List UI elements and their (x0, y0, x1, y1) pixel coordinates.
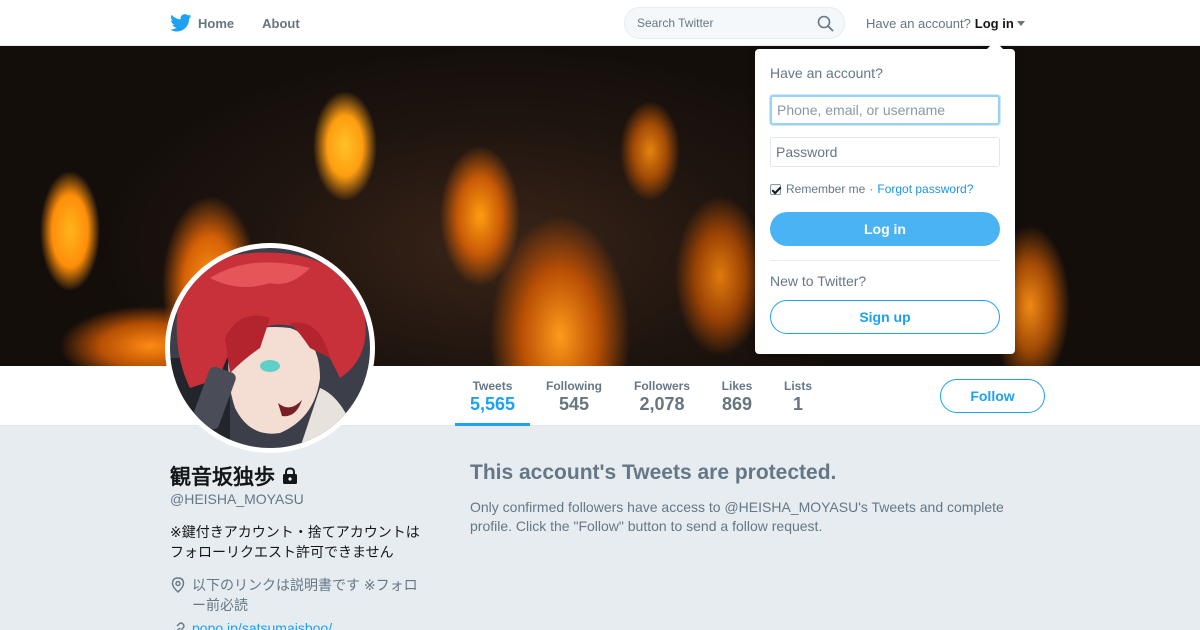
stat-following[interactable]: Following 545 (538, 366, 610, 426)
nav-about-label: About (262, 15, 300, 31)
location-pin-icon (171, 577, 185, 593)
stat-label: Following (546, 379, 602, 393)
stat-value: 1 (792, 394, 803, 414)
stat-value: 5,565 (469, 394, 516, 414)
stat-likes[interactable]: Likes 869 (712, 366, 762, 426)
stat-followers[interactable]: Followers 2,078 (626, 366, 698, 426)
search-box (624, 7, 845, 39)
login-button[interactable]: Log in (770, 212, 1000, 246)
stat-label: Tweets (472, 379, 513, 393)
forgot-password-link[interactable]: Forgot password? (877, 182, 973, 196)
login-menu: Have an account? Log in (866, 0, 1025, 46)
stat-value: 869 (721, 394, 753, 414)
twitter-bird-icon (170, 14, 192, 32)
protected-title: This account's Tweets are protected. (470, 461, 837, 484)
remember-me-checkbox[interactable] (770, 183, 781, 195)
separator: · (869, 182, 874, 196)
password-input[interactable] (770, 137, 1000, 167)
profile-url[interactable]: popo.jp/satsumaisboo/ (170, 620, 332, 630)
profile-location-text: 以下のリンクは説明書です ※フォロー前必読 (192, 577, 418, 613)
caret-down-icon[interactable] (1016, 20, 1025, 26)
username-input[interactable] (770, 95, 1000, 125)
stat-tweets[interactable]: Tweets 5,565 (455, 366, 530, 426)
lock-icon (283, 467, 297, 484)
search-input[interactable] (637, 8, 817, 38)
protected-text: Only confirmed followers have access to … (470, 499, 1004, 534)
profile-name-text: 観音坂独歩 (170, 466, 275, 489)
remember-me-label[interactable]: Remember me (786, 182, 865, 196)
top-nav-bar: Home About Have an account? Log in (0, 0, 1200, 46)
stat-value: 545 (558, 394, 590, 414)
profile-location: 以下のリンクは説明書です ※フォロー前必読 (170, 575, 430, 615)
nav-left: Home About (170, 0, 328, 46)
nav-home-label: Home (198, 15, 235, 31)
signup-button[interactable]: Sign up (770, 300, 1000, 334)
nav-about[interactable]: About (262, 16, 300, 31)
stat-label: Followers (633, 379, 690, 393)
login-menu-toggle[interactable]: Log in (975, 16, 1014, 31)
divider (770, 260, 1000, 261)
stat-label: Lists (783, 379, 812, 393)
login-menu-prompt: Have an account? (866, 15, 971, 31)
avatar[interactable] (165, 243, 375, 453)
profile-name: 観音坂独歩 (170, 461, 299, 491)
login-dropdown: Have an account? Remember me · Forgot pa… (755, 41, 1015, 354)
remember-row: Remember me · Forgot password? (770, 182, 973, 196)
stat-value: 2,078 (639, 394, 685, 414)
stat-label: Likes (721, 379, 753, 393)
nav-home[interactable]: Home (170, 14, 234, 32)
dropdown-heading: Have an account? (770, 65, 883, 81)
stat-lists[interactable]: Lists 1 (777, 366, 819, 426)
new-to-twitter-label: New to Twitter? (770, 273, 867, 289)
profile-url-text[interactable]: popo.jp/satsumaisboo/ (192, 620, 332, 630)
link-icon (174, 622, 185, 630)
profile-handle: @HEISHA_MOYASU (170, 491, 304, 507)
follow-button[interactable]: Follow (940, 379, 1045, 413)
profile-bio: ※鍵付きアカウント・捨てアカウントはフォローリクエスト許可できません (170, 524, 420, 560)
avatar-image (170, 248, 370, 448)
search-icon[interactable] (817, 15, 834, 32)
